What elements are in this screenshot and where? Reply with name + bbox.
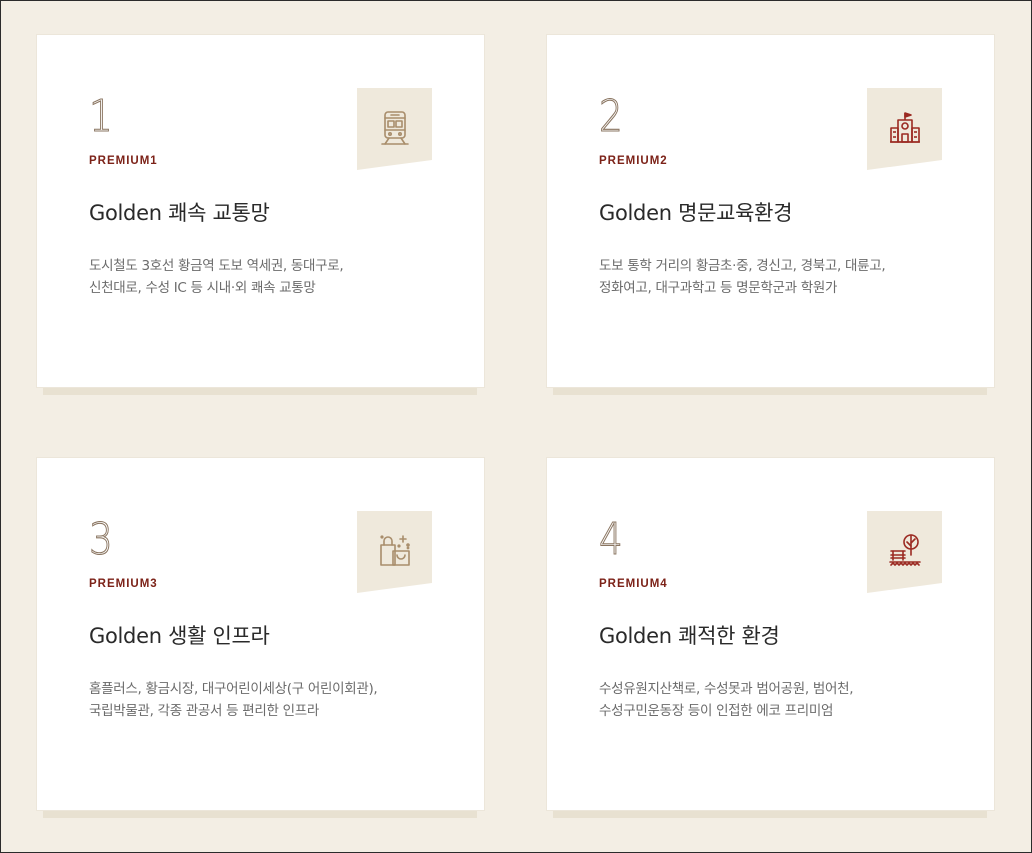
card-body: 1 PREMIUM1 Golden 쾌속 교통망 도시철도 3호선 황금역 도보… [36, 34, 485, 388]
card-body: 3 PREMIUM3 Golden 생활 인프라 홈플러스, 황금시장, 대구어… [36, 457, 485, 811]
card-description: 수성유원지산책로, 수성못과 범어공원, 범어천, 수성구민운동장 등이 인접한… [599, 678, 969, 722]
card-title: Golden 생활 인프라 [89, 624, 270, 648]
card-title: Golden 쾌속 교통망 [89, 201, 270, 225]
card-description: 도보 통학 거리의 황금초·중, 경신고, 경북고, 대륜고, 정화여고, 대구… [599, 255, 969, 299]
card-number: 4 [599, 513, 624, 565]
card-number: 1 [89, 90, 114, 142]
icon-badge [867, 511, 942, 593]
school-icon [890, 112, 920, 143]
description-line: 신천대로, 수성 IC 등 시내·외 쾌속 교통망 [89, 280, 316, 296]
card-tag: PREMIUM4 [599, 578, 668, 590]
premium-card-2: 2 PREMIUM2 Golden 명문교육환경 도보 통학 거리의 황금초·중… [546, 34, 995, 395]
card-tag: PREMIUM1 [89, 155, 158, 167]
icon-badge [867, 88, 942, 170]
premium-card-3: 3 PREMIUM3 Golden 생활 인프라 홈플러스, 황금시장, 대구어… [36, 457, 485, 818]
icon-badge [357, 88, 432, 170]
shopping-bag-icon [380, 535, 410, 566]
park-bench-icon [889, 534, 921, 566]
train-icon [381, 111, 409, 145]
card-number: 3 [89, 513, 114, 565]
card-description: 홈플러스, 황금시장, 대구어린이세상(구 어린이회관), 국립박물관, 각종 … [89, 678, 459, 722]
card-tag: PREMIUM2 [599, 155, 668, 167]
description-line: 홈플러스, 황금시장, 대구어린이세상(구 어린이회관), [89, 681, 378, 697]
card-body: 4 PREMIUM4 Golden 쾌적한 환경 수성유원지산책로, 수성못과 … [546, 457, 995, 811]
card-number: 2 [599, 90, 624, 142]
card-tag: PREMIUM3 [89, 578, 158, 590]
card-body: 2 PREMIUM2 Golden 명문교육환경 도보 통학 거리의 황금초·중… [546, 34, 995, 388]
description-line: 정화여고, 대구과학고 등 명문학군과 학원가 [599, 280, 838, 296]
card-title: Golden 명문교육환경 [599, 201, 793, 225]
premium-card-4: 4 PREMIUM4 Golden 쾌적한 환경 수성유원지산책로, 수성못과 … [546, 457, 995, 818]
description-line: 수성유원지산책로, 수성못과 범어공원, 범어천, [599, 681, 854, 697]
icon-badge [357, 511, 432, 593]
description-line: 도보 통학 거리의 황금초·중, 경신고, 경북고, 대륜고, [599, 258, 886, 274]
description-line: 국립박물관, 각종 관공서 등 편리한 인프라 [89, 703, 319, 719]
card-title: Golden 쾌적한 환경 [599, 624, 780, 648]
premium-card-1: 1 PREMIUM1 Golden 쾌속 교통망 도시철도 3호선 황금역 도보… [36, 34, 485, 395]
description-line: 수성구민운동장 등이 인접한 에코 프리미엄 [599, 703, 834, 719]
description-line: 도시철도 3호선 황금역 도보 역세권, 동대구로, [89, 258, 344, 274]
card-description: 도시철도 3호선 황금역 도보 역세권, 동대구로, 신천대로, 수성 IC 등… [89, 255, 459, 299]
